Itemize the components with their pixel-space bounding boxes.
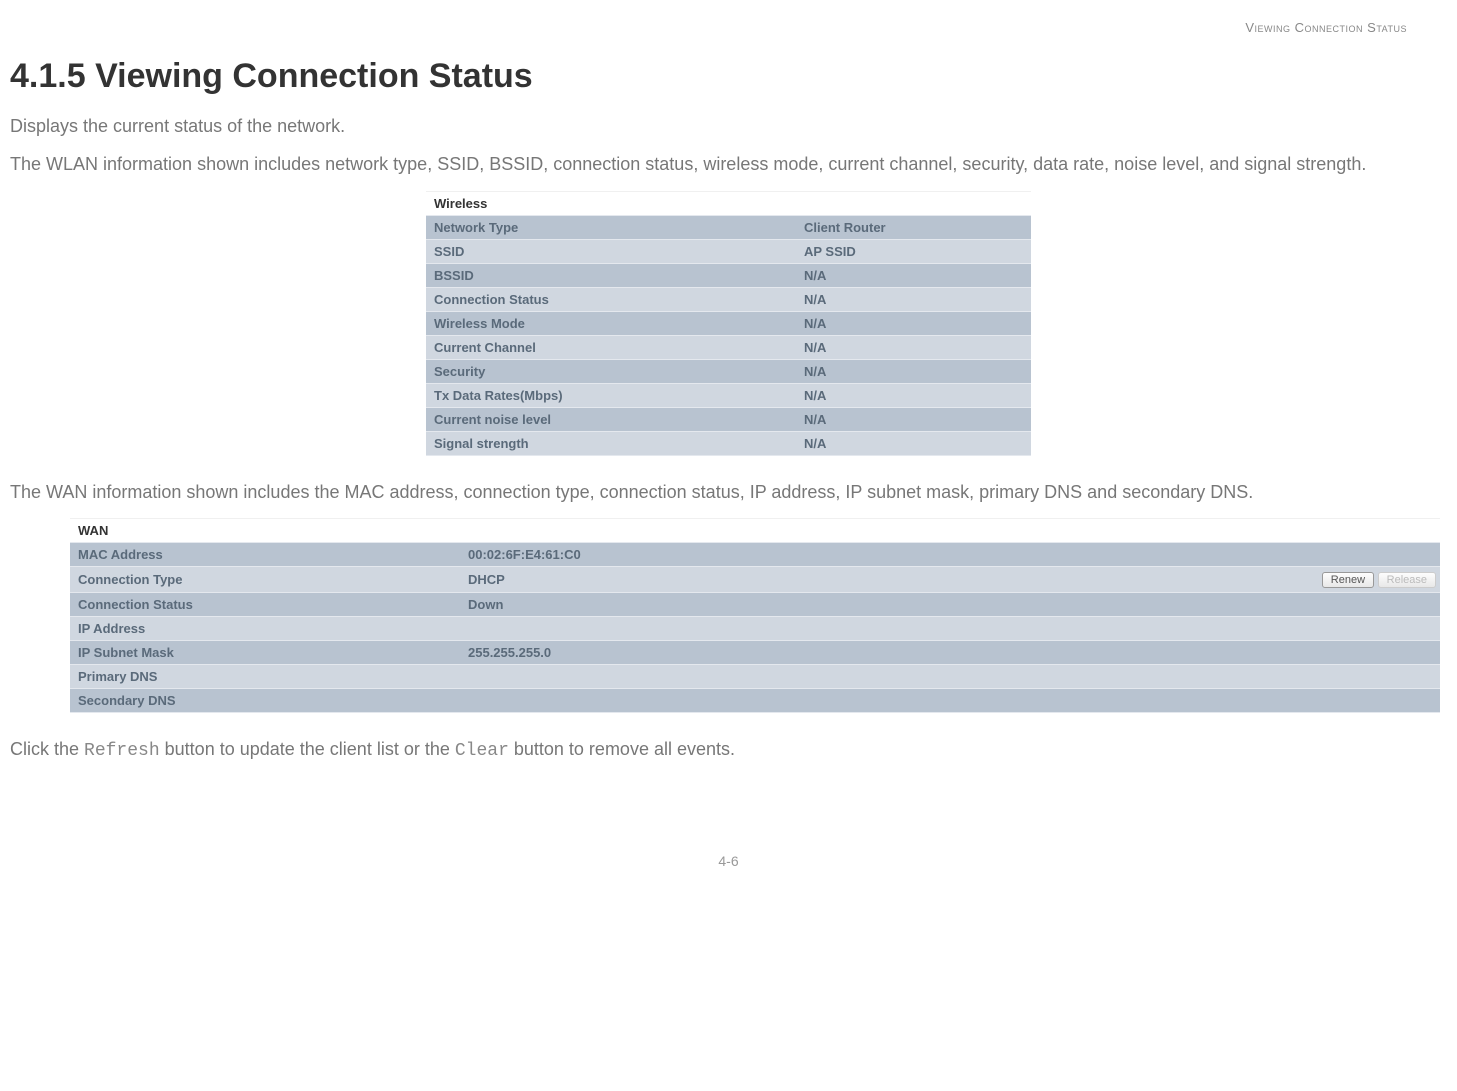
wan-paragraph: The WAN information shown includes the M… [10, 480, 1447, 504]
row-label: Signal strength [426, 431, 796, 455]
table-row: Primary DNS [70, 664, 1440, 688]
release-button[interactable]: Release [1378, 572, 1436, 588]
table-row: SSIDAP SSID [426, 239, 1031, 263]
intro-paragraph: Displays the current status of the netwo… [10, 114, 1447, 138]
row-actions: Renew Release [1300, 566, 1440, 592]
wireless-caption-row: Wireless [426, 191, 1031, 215]
row-value: N/A [796, 311, 1031, 335]
clear-code: Clear [455, 741, 509, 761]
renew-button[interactable]: Renew [1322, 572, 1374, 588]
table-row: IP Address [70, 616, 1440, 640]
row-value: Down [460, 592, 1440, 616]
table-row: Current ChannelN/A [426, 335, 1031, 359]
wlan-paragraph: The WLAN information shown includes netw… [10, 152, 1447, 176]
closing-prefix: Click the [10, 739, 84, 759]
row-label: SSID [426, 239, 796, 263]
table-row: Tx Data Rates(Mbps)N/A [426, 383, 1031, 407]
row-value [460, 664, 1440, 688]
wireless-caption: Wireless [426, 191, 1031, 215]
row-value: N/A [796, 407, 1031, 431]
row-value: N/A [796, 431, 1031, 455]
row-label: Connection Status [426, 287, 796, 311]
table-row: Wireless ModeN/A [426, 311, 1031, 335]
section-heading: 4.1.5 Viewing Connection Status [10, 57, 1447, 96]
page-number: 4-6 [10, 853, 1447, 869]
row-label: IP Subnet Mask [70, 640, 460, 664]
closing-paragraph: Click the Refresh button to update the c… [10, 737, 1447, 763]
closing-mid: button to update the client list or the [160, 739, 455, 759]
refresh-code: Refresh [84, 741, 160, 761]
table-row: Current noise levelN/A [426, 407, 1031, 431]
row-label: Connection Status [70, 592, 460, 616]
wan-table: WAN MAC Address00:02:6F:E4:61:C0Connecti… [70, 518, 1440, 713]
table-row: IP Subnet Mask255.255.255.0 [70, 640, 1440, 664]
running-head: Viewing Connection Status [10, 20, 1447, 35]
row-label: Primary DNS [70, 664, 460, 688]
row-value: 255.255.255.0 [460, 640, 1440, 664]
row-value: DHCP [460, 566, 1300, 592]
row-value: 00:02:6F:E4:61:C0 [460, 542, 1440, 566]
closing-suffix: button to remove all events. [509, 739, 735, 759]
table-row: SecurityN/A [426, 359, 1031, 383]
row-label: MAC Address [70, 542, 460, 566]
row-label: Wireless Mode [426, 311, 796, 335]
wireless-table: Wireless Network TypeClient RouterSSIDAP… [426, 191, 1031, 456]
row-value: N/A [796, 383, 1031, 407]
row-label: Current Channel [426, 335, 796, 359]
row-label: Tx Data Rates(Mbps) [426, 383, 796, 407]
row-value: N/A [796, 359, 1031, 383]
wan-caption: WAN [70, 518, 1440, 542]
table-row: Connection TypeDHCPRenew Release [70, 566, 1440, 592]
table-row: Secondary DNS [70, 688, 1440, 712]
row-value: Client Router [796, 215, 1031, 239]
row-label: Secondary DNS [70, 688, 460, 712]
row-label: Security [426, 359, 796, 383]
table-row: BSSIDN/A [426, 263, 1031, 287]
wan-caption-row: WAN [70, 518, 1440, 542]
table-row: Signal strengthN/A [426, 431, 1031, 455]
table-row: Network TypeClient Router [426, 215, 1031, 239]
row-value: N/A [796, 263, 1031, 287]
running-head-text: Viewing Connection Status [1245, 20, 1407, 35]
row-value: N/A [796, 335, 1031, 359]
row-label: IP Address [70, 616, 460, 640]
row-label: Connection Type [70, 566, 460, 592]
wireless-table-wrap: Wireless Network TypeClient RouterSSIDAP… [10, 191, 1447, 456]
row-label: BSSID [426, 263, 796, 287]
row-label: Current noise level [426, 407, 796, 431]
row-value: N/A [796, 287, 1031, 311]
table-row: MAC Address00:02:6F:E4:61:C0 [70, 542, 1440, 566]
row-value [460, 688, 1440, 712]
row-value [460, 616, 1440, 640]
wan-table-wrap: WAN MAC Address00:02:6F:E4:61:C0Connecti… [10, 518, 1447, 713]
row-value: AP SSID [796, 239, 1031, 263]
table-row: Connection StatusDown [70, 592, 1440, 616]
table-row: Connection StatusN/A [426, 287, 1031, 311]
row-label: Network Type [426, 215, 796, 239]
section-title-text: Viewing Connection Status [95, 57, 533, 95]
section-number: 4.1.5 [10, 57, 86, 95]
